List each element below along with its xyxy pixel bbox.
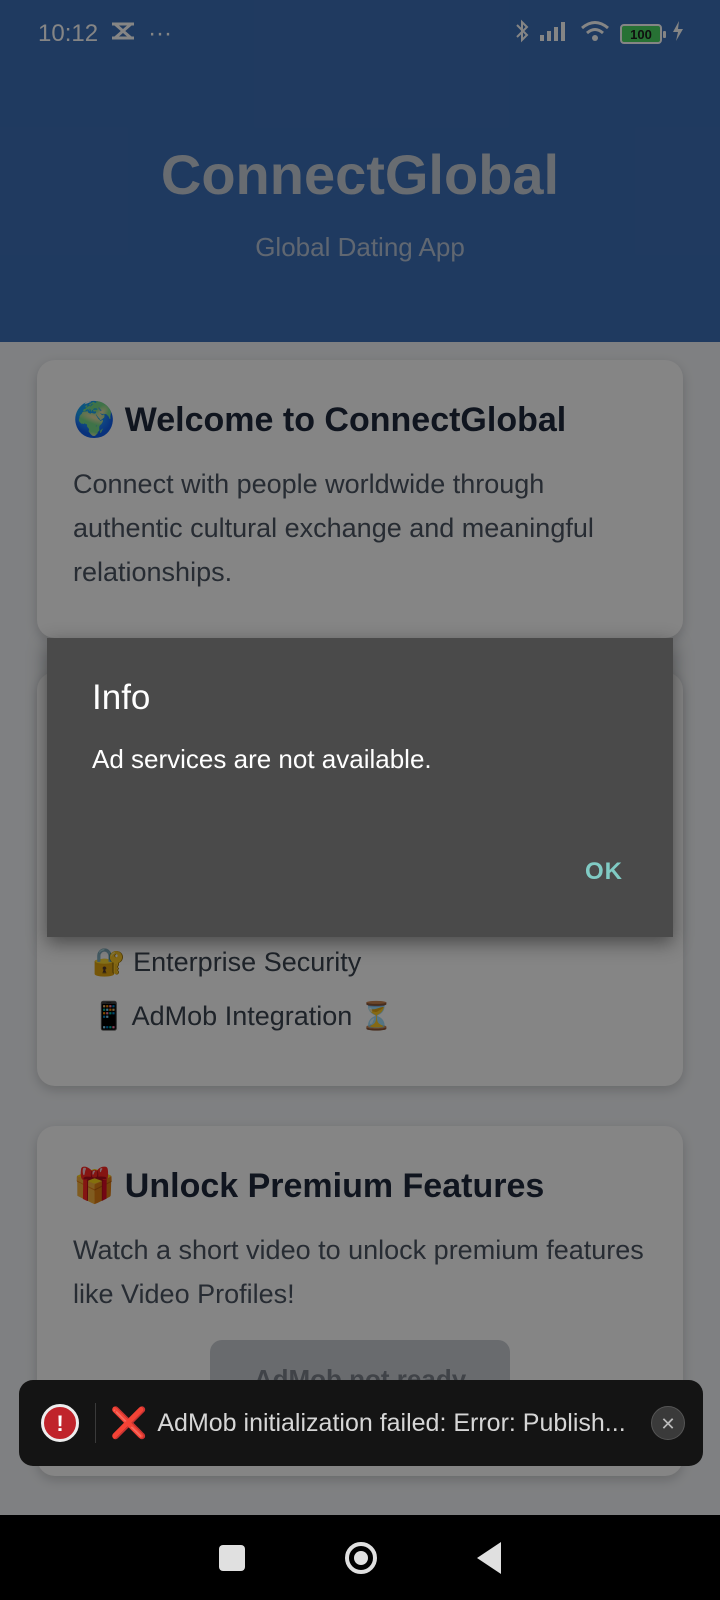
dialog-title: Info xyxy=(92,678,151,717)
red-x-icon: ❌ xyxy=(110,1406,148,1440)
toast-divider xyxy=(95,1403,96,1443)
toast-message: AdMob initialization failed: Error: Publ… xyxy=(157,1408,626,1437)
error-toast: ! ❌ AdMob initialization failed: Error: … xyxy=(19,1380,703,1466)
error-icon: ! xyxy=(41,1404,79,1442)
dialog-message: Ad services are not available. xyxy=(92,744,432,774)
home-button[interactable] xyxy=(345,1541,377,1574)
ok-button[interactable]: OK xyxy=(585,858,623,886)
recents-button[interactable] xyxy=(219,1544,245,1571)
navigation-bar xyxy=(0,1515,720,1600)
info-dialog: Info Ad services are not available. OK xyxy=(47,638,673,937)
close-icon[interactable]: ✕ xyxy=(651,1406,685,1440)
back-button[interactable] xyxy=(477,1541,501,1574)
